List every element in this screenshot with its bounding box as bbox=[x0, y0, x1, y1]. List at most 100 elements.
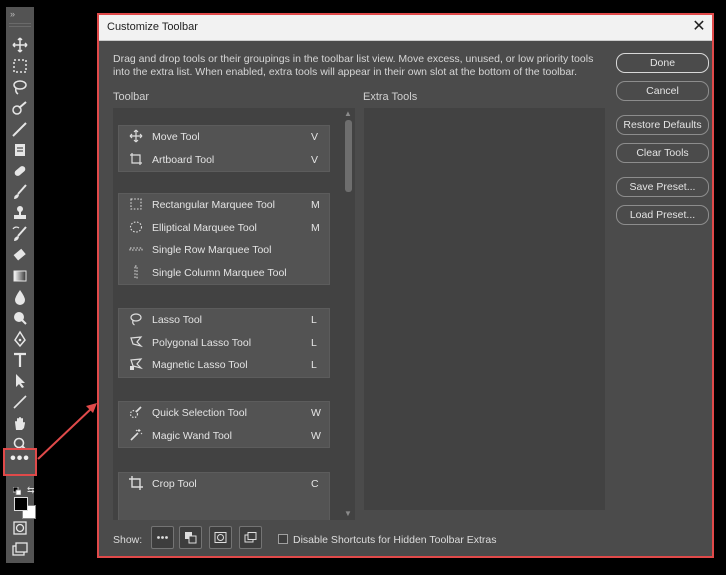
edit-toolbar-button[interactable]: ••• bbox=[3, 448, 37, 476]
hand-tool-icon[interactable] bbox=[10, 414, 30, 432]
toolbar-list-scrollbar[interactable]: ▲ ▼ bbox=[341, 108, 355, 520]
show-screen-mode-button[interactable] bbox=[239, 526, 262, 549]
show-quick-mask-button[interactable] bbox=[209, 526, 232, 549]
tool-name: Elliptical Marquee Tool bbox=[152, 221, 257, 234]
instructions-text: Drag and drop tools or their groupings i… bbox=[113, 53, 594, 78]
history-brush-tool-icon[interactable] bbox=[10, 225, 30, 243]
tool-shortcut: L bbox=[311, 336, 317, 349]
tool-group-selection[interactable]: Quick Selection Tool W Magic Wand Tool W bbox=[118, 401, 330, 448]
more-dots-icon bbox=[157, 536, 168, 539]
rect-marquee-icon bbox=[129, 197, 143, 211]
load-preset-button[interactable]: Load Preset... bbox=[616, 205, 709, 225]
tool-row[interactable]: Single Column Marquee Tool bbox=[119, 262, 329, 285]
tool-row[interactable]: Lasso Tool L bbox=[119, 309, 329, 332]
quick-selection-tool-icon[interactable] bbox=[10, 99, 30, 117]
tool-name: Single Row Marquee Tool bbox=[152, 244, 272, 256]
default-colors-icon[interactable] bbox=[13, 487, 21, 495]
tool-name: Polygonal Lasso Tool bbox=[152, 336, 252, 349]
tool-shortcut: M bbox=[311, 221, 320, 234]
quick-mask-icon[interactable] bbox=[10, 519, 30, 537]
tool-shortcut: W bbox=[311, 407, 321, 419]
scroll-down-icon[interactable]: ▼ bbox=[343, 510, 353, 518]
tool-shortcut: C bbox=[311, 478, 319, 490]
type-tool-icon[interactable] bbox=[10, 351, 30, 369]
brush-tool-icon[interactable] bbox=[10, 183, 30, 201]
tool-name: Magic Wand Tool bbox=[152, 429, 232, 442]
tool-row[interactable]: Artboard Tool V bbox=[119, 149, 329, 172]
tool-shortcut: V bbox=[311, 153, 319, 166]
scrollbar-thumb[interactable] bbox=[345, 120, 352, 192]
healing-brush-tool-icon[interactable] bbox=[10, 162, 30, 180]
dodge-tool-icon[interactable] bbox=[10, 309, 30, 327]
toolbar-list[interactable]: Move Tool V Artboard Tool V Rectangular … bbox=[113, 108, 355, 520]
blur-tool-icon[interactable] bbox=[10, 288, 30, 306]
tool-name: Quick Selection Tool bbox=[152, 407, 247, 419]
tool-row[interactable]: Crop Tool C bbox=[119, 473, 329, 496]
tool-row[interactable]: Magnetic Lasso Tool L bbox=[119, 354, 329, 377]
collapse-arrows-icon[interactable]: » bbox=[10, 9, 30, 19]
tool-group-marquee[interactable]: Rectangular Marquee Tool M Elliptical Ma… bbox=[118, 193, 330, 285]
scroll-up-icon[interactable]: ▲ bbox=[343, 110, 353, 118]
pen-tool-icon[interactable] bbox=[10, 330, 30, 348]
cancel-button[interactable]: Cancel bbox=[616, 81, 709, 101]
disable-shortcuts-label[interactable]: Disable Shortcuts for Hidden Toolbar Ext… bbox=[293, 534, 497, 546]
tool-row[interactable]: Rectangular Marquee Tool M bbox=[119, 194, 329, 217]
tool-name: Rectangular Marquee Tool bbox=[152, 199, 275, 211]
artboard-icon bbox=[129, 152, 143, 166]
path-selection-tool-icon[interactable] bbox=[10, 372, 30, 390]
tool-row[interactable]: Magic Wand Tool W bbox=[119, 425, 329, 448]
extra-tools-list[interactable] bbox=[364, 108, 605, 510]
tool-row[interactable]: Single Row Marquee Tool bbox=[119, 239, 329, 262]
eraser-tool-icon[interactable] bbox=[10, 246, 30, 264]
foreground-color-swatch[interactable] bbox=[14, 497, 28, 511]
color-swatches[interactable]: ⇆ bbox=[12, 485, 40, 523]
disable-shortcuts-checkbox[interactable] bbox=[278, 534, 288, 544]
tool-row[interactable]: Move Tool V bbox=[119, 126, 329, 149]
column-marquee-icon bbox=[129, 265, 143, 279]
crop-tool-icon[interactable] bbox=[10, 120, 30, 138]
tool-shortcut: W bbox=[311, 429, 321, 442]
tool-group-move[interactable]: Move Tool V Artboard Tool V bbox=[118, 125, 330, 172]
ellipse-marquee-icon bbox=[129, 220, 143, 234]
toolbar-list-label: Toolbar bbox=[113, 91, 150, 103]
tool-name: Crop Tool bbox=[152, 478, 197, 490]
photoshop-toolbar: » ⇆ bbox=[6, 7, 36, 563]
rect-marquee-tool-icon[interactable] bbox=[10, 57, 30, 75]
restore-defaults-button[interactable]: Restore Defaults bbox=[616, 115, 709, 135]
clear-tools-button[interactable]: Clear Tools bbox=[616, 143, 709, 163]
gradient-tool-icon[interactable] bbox=[10, 267, 30, 285]
swap-colors-icon[interactable]: ⇆ bbox=[27, 485, 35, 496]
tool-name: Lasso Tool bbox=[152, 314, 203, 326]
tool-row[interactable]: Polygonal Lasso Tool L bbox=[119, 332, 329, 355]
tool-shortcut: L bbox=[311, 359, 317, 371]
screen-mode-icon[interactable] bbox=[10, 540, 30, 558]
lasso-icon bbox=[129, 312, 143, 326]
tool-group-lasso[interactable]: Lasso Tool L Polygonal Lasso Tool L Magn… bbox=[118, 308, 330, 378]
tool-group-crop[interactable]: Crop Tool C bbox=[118, 472, 330, 520]
tool-shortcut: M bbox=[311, 199, 320, 211]
customize-toolbar-dialog: Customize Toolbar ✕ Drag and drop tools … bbox=[97, 13, 714, 558]
tool-name: Single Column Marquee Tool bbox=[152, 266, 287, 279]
tool-row[interactable]: Elliptical Marquee Tool M bbox=[119, 217, 329, 240]
move-tool-icon[interactable] bbox=[10, 36, 30, 54]
toolbar-grip[interactable] bbox=[9, 23, 31, 27]
magnetic-lasso-icon bbox=[129, 357, 143, 371]
tool-name: Artboard Tool bbox=[152, 153, 215, 166]
line-tool-icon[interactable] bbox=[10, 393, 30, 411]
clone-stamp-tool-icon[interactable] bbox=[10, 204, 30, 222]
show-extra-tools-button[interactable] bbox=[151, 526, 174, 549]
tool-row[interactable]: Quick Selection Tool W bbox=[119, 402, 329, 425]
close-icon[interactable]: ✕ bbox=[690, 17, 708, 37]
show-colors-button[interactable] bbox=[179, 526, 202, 549]
color-swatch-icon bbox=[185, 532, 197, 544]
lasso-tool-icon[interactable] bbox=[10, 78, 30, 96]
screen-mode-icon bbox=[244, 532, 257, 543]
tool-name: Move Tool bbox=[152, 131, 200, 143]
quick-selection-icon bbox=[129, 405, 143, 419]
dialog-titlebar[interactable]: Customize Toolbar ✕ bbox=[99, 15, 712, 41]
frame-tool-icon[interactable] bbox=[10, 141, 30, 159]
dialog-footer: Show: Disable Shortcuts for Hidden Toolb… bbox=[99, 521, 712, 558]
done-button[interactable]: Done bbox=[616, 53, 709, 73]
magic-wand-icon bbox=[129, 428, 143, 442]
save-preset-button[interactable]: Save Preset... bbox=[616, 177, 709, 197]
